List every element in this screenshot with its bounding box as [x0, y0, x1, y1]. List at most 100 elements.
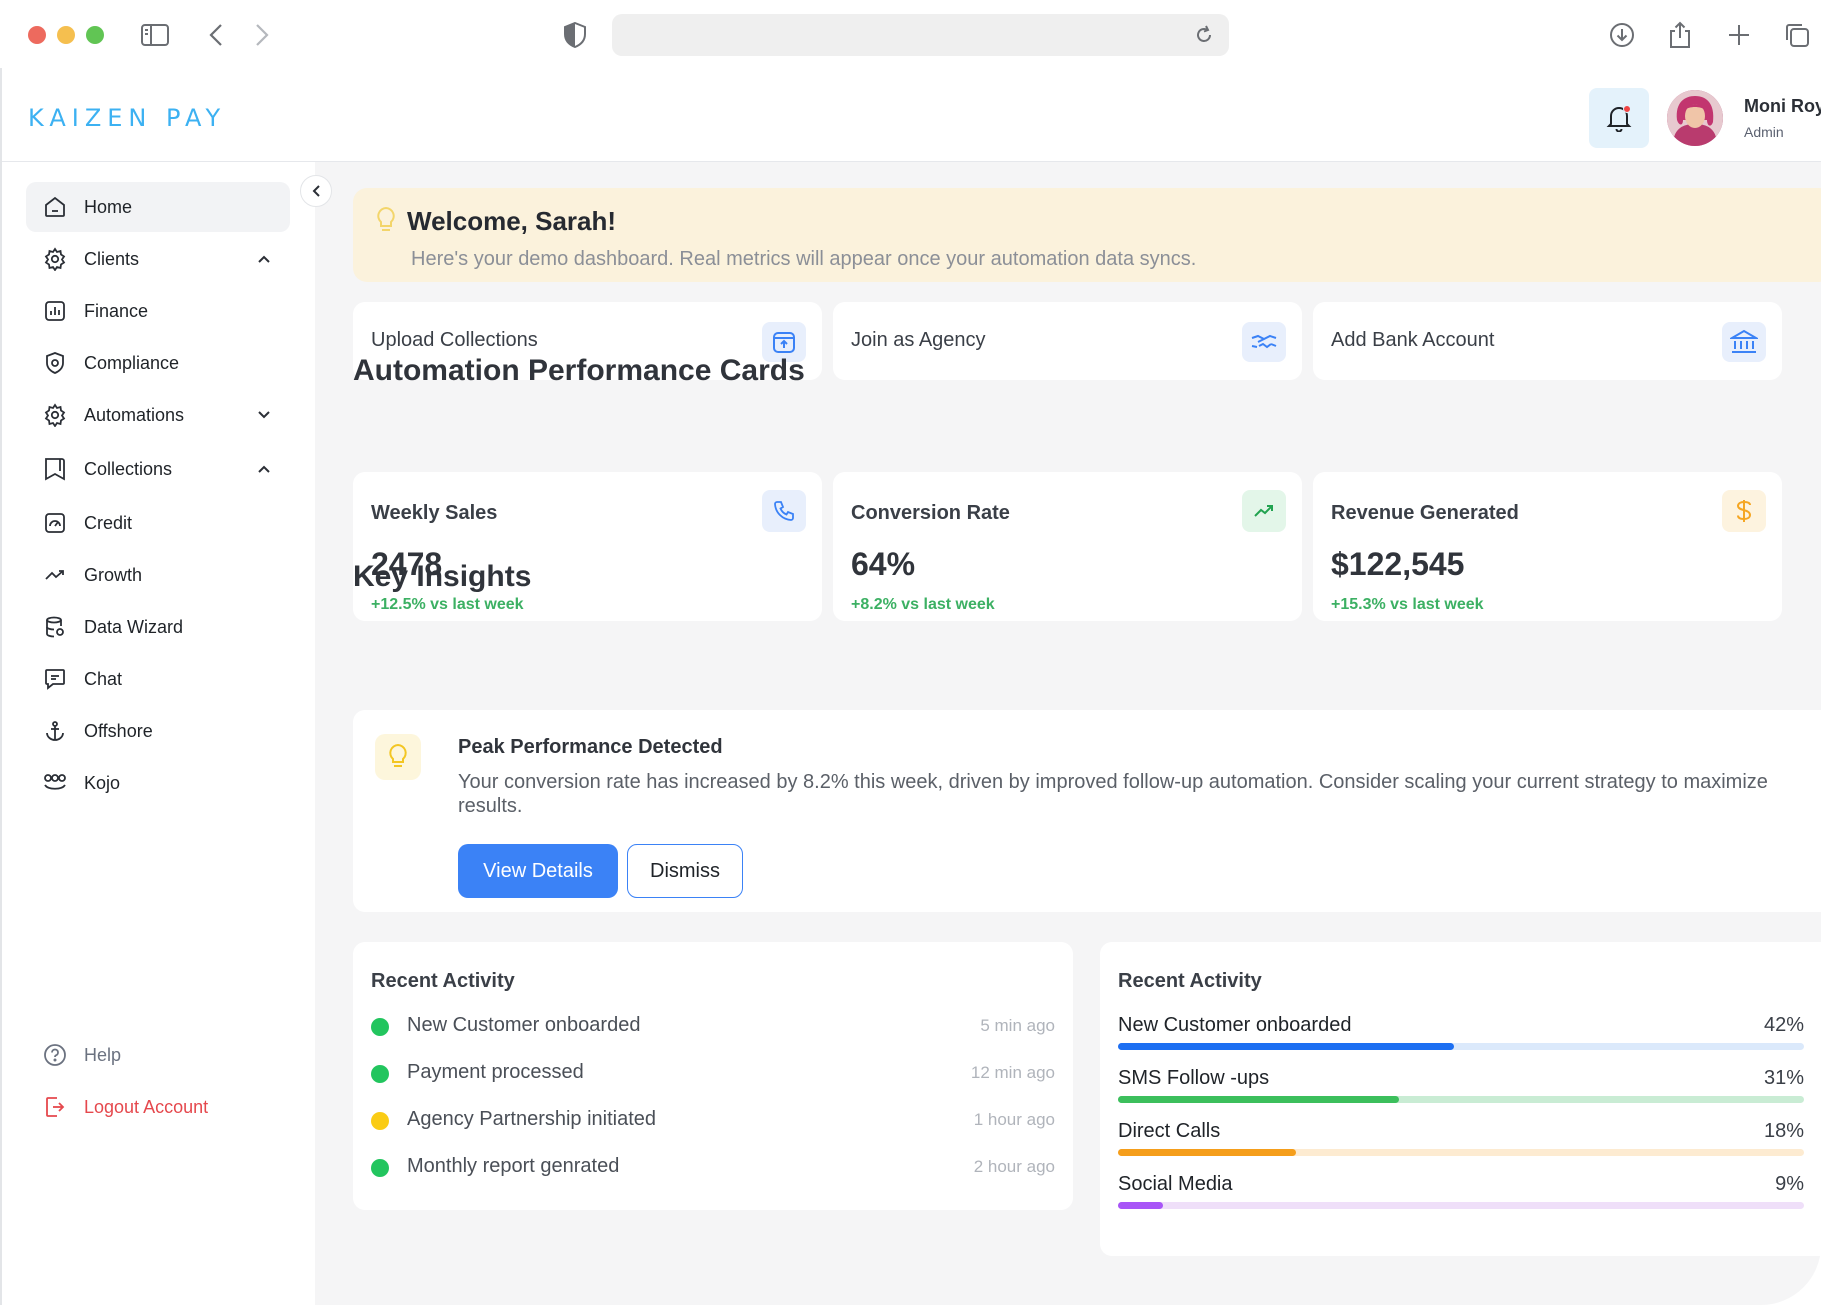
address-bar[interactable] [612, 14, 1229, 56]
activity-label: Agency Partnership initiated [407, 1108, 657, 1130]
sidebar-item-credit[interactable]: Credit [26, 498, 290, 548]
metric-label: Revenue Generated [1331, 502, 1519, 524]
bookmark-icon [42, 456, 68, 482]
sidebar-item-finance[interactable]: Finance [26, 286, 290, 336]
sidebar-item-data-wizard[interactable]: Data Wizard [26, 602, 290, 652]
sidebar-item-label: Data Wizard [84, 616, 184, 637]
list-item[interactable]: Payment processed 12 min ago [371, 1059, 1055, 1089]
sidebar-item-automations[interactable]: Automations [26, 390, 290, 440]
metric-value: 64% [851, 546, 916, 582]
forward-icon[interactable] [245, 18, 279, 52]
progress-value: 9% [1775, 1173, 1804, 1195]
progress-track [1118, 1096, 1804, 1103]
status-dot [371, 1018, 389, 1036]
dollar-icon [1722, 490, 1766, 532]
notification-dot [1623, 105, 1631, 113]
sidebar-item-collections[interactable]: Collections [26, 444, 290, 494]
sidebar-item-clients[interactable]: Clients [26, 234, 290, 284]
sidebar-item-offshore[interactable]: Offshore [26, 706, 290, 756]
status-dot [371, 1112, 389, 1130]
avatar[interactable] [1667, 90, 1723, 146]
progress-row: Direct Calls 18% [1118, 1120, 1804, 1160]
metric-value: $122,545 [1331, 546, 1465, 582]
minimize-window-button[interactable] [57, 26, 75, 44]
sidebar-item-label: Automations [84, 404, 185, 425]
revenue-generated-card: Revenue Generated $122,545 +15.3% vs las… [1313, 472, 1782, 621]
sidebar-item-label: Clients [84, 248, 140, 269]
sidebar-item-chat[interactable]: Chat [26, 654, 290, 704]
sidebar-item-help[interactable]: Help [26, 1030, 290, 1080]
action-label: Join as Agency [851, 329, 986, 351]
gear-icon [42, 402, 68, 428]
progress-fill [1118, 1202, 1163, 1209]
status-dot [371, 1159, 389, 1177]
handshake-icon[interactable] [1242, 322, 1286, 362]
collapse-sidebar-button[interactable] [300, 175, 332, 207]
tab-overview-icon[interactable] [1780, 18, 1814, 52]
progress-fill [1118, 1096, 1400, 1103]
notifications-button[interactable] [1589, 88, 1649, 148]
chevron-down-icon[interactable] [252, 403, 276, 427]
dismiss-button[interactable]: Dismiss [627, 844, 743, 898]
share-icon[interactable] [1663, 18, 1697, 52]
user-role: Admin [1744, 124, 1784, 140]
help-icon [42, 1042, 68, 1068]
activity-time: 2 hour ago [973, 1157, 1055, 1176]
activity-label: New Customer onboarded [407, 1014, 641, 1036]
sidebar-item-label: Finance [84, 300, 149, 321]
progress-label: Social Media [1118, 1173, 1233, 1195]
panel-title: Recent Activity [1118, 970, 1262, 992]
progress-row: Social Media 9% [1118, 1173, 1804, 1213]
lightbulb-icon [375, 206, 397, 236]
activity-time: 1 hour ago [973, 1110, 1055, 1129]
progress-fill [1118, 1149, 1297, 1156]
brand-logo[interactable]: KAIZEN PAY [28, 104, 226, 132]
progress-row: New Customer onboarded 42% [1118, 1014, 1804, 1054]
database-icon [42, 614, 68, 640]
view-details-button[interactable]: View Details [458, 844, 618, 898]
metric-change: +8.2% vs last week [851, 596, 995, 613]
privacy-shield-icon[interactable] [558, 18, 592, 52]
sidebar-item-home[interactable]: Home [26, 182, 290, 232]
logout-button[interactable]: Logout Account [26, 1082, 290, 1132]
metric-label: Weekly Sales [371, 502, 498, 524]
user-name[interactable]: Moni Roy [1744, 96, 1821, 117]
performance-section-title: Automation Performance Cards [353, 354, 805, 387]
trend-up-icon [1242, 490, 1286, 532]
list-item[interactable]: New Customer onboarded 5 min ago [371, 1012, 1055, 1042]
progress-label: SMS Follow -ups [1118, 1067, 1270, 1089]
sidebar: Home Clients Finance Compliance Automati… [0, 162, 315, 1305]
chevron-left-icon [312, 185, 320, 197]
status-dot [371, 1065, 389, 1083]
welcome-subtitle: Here's your demo dashboard. Real metrics… [411, 248, 1197, 270]
insight-body: Your conversion rate has increased by 8.… [458, 771, 1768, 817]
welcome-title: Welcome, Sarah! [407, 206, 617, 236]
reload-icon[interactable] [1187, 18, 1221, 52]
list-item[interactable]: Monthly report genrated 2 hour ago [371, 1153, 1055, 1183]
new-tab-icon[interactable] [1722, 18, 1756, 52]
sidebar-item-compliance[interactable]: Compliance [26, 338, 290, 388]
close-window-button[interactable] [28, 26, 46, 44]
back-icon[interactable] [199, 18, 233, 52]
download-icon[interactable] [1605, 18, 1639, 52]
sidebar-item-kojo[interactable]: Kojo [26, 758, 290, 808]
progress-label: New Customer onboarded [1118, 1014, 1352, 1036]
progress-track [1118, 1202, 1804, 1209]
trend-icon [42, 562, 68, 588]
insight-title: Peak Performance Detected [458, 736, 723, 758]
bank-icon[interactable] [1722, 322, 1766, 362]
sidebar-item-label: Growth [84, 564, 143, 585]
add-bank-account-card[interactable]: Add Bank Account [1313, 302, 1782, 380]
sidebar-item-growth[interactable]: Growth [26, 550, 290, 600]
list-item[interactable]: Agency Partnership initiated 1 hour ago [371, 1106, 1055, 1136]
chevron-up-icon[interactable] [252, 247, 276, 271]
maximize-window-button[interactable] [86, 26, 104, 44]
conversion-rate-card: Conversion Rate 64% +8.2% vs last week [833, 472, 1302, 621]
join-agency-card[interactable]: Join as Agency [833, 302, 1302, 380]
sidebar-toggle-icon[interactable] [138, 18, 172, 52]
sidebar-item-label: Kojo [84, 772, 121, 793]
lightbulb-icon [375, 734, 421, 780]
credit-icon [42, 510, 68, 536]
activity-time: 12 min ago [970, 1063, 1055, 1082]
chevron-up-icon[interactable] [252, 457, 276, 481]
